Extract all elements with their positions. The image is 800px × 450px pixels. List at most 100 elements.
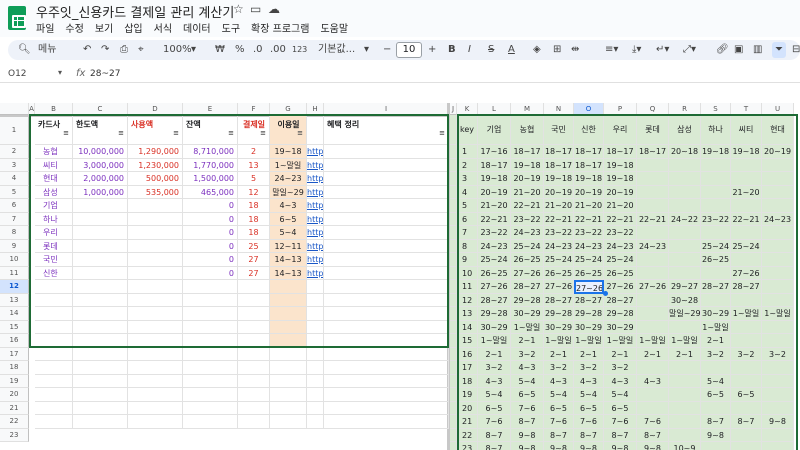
table-cell[interactable]: 13 [238,158,270,172]
table-cell[interactable] [701,199,731,213]
table-cell[interactable] [701,226,731,240]
table-cell[interactable]: 8~7 [731,415,762,429]
table-cell[interactable]: 26~25 [478,266,511,280]
table-cell[interactable] [128,212,183,226]
table-cell[interactable] [701,293,731,307]
table-cell[interactable]: 28~27 [701,280,731,294]
table-cell[interactable] [238,388,270,402]
table-cell[interactable] [270,415,307,429]
table-cell[interactable] [450,199,457,213]
table-cell[interactable]: 1~말일 [270,158,307,172]
row-header-14[interactable]: 14 [0,307,29,321]
folder-icon[interactable]: ▭ [250,2,261,16]
table-cell[interactable] [73,415,128,429]
table-cell[interactable] [307,415,324,429]
table-cell[interactable] [270,280,307,294]
table-cell[interactable] [637,320,669,334]
header-cell[interactable]: 삼성 [669,115,701,145]
font-size-input[interactable]: 10 [396,42,422,58]
redo-icon[interactable]: ↷ [101,42,109,58]
table-cell[interactable] [128,239,183,253]
table-cell[interactable]: 2 [457,158,478,172]
table-cell[interactable]: 0 [183,253,238,267]
table-cell[interactable]: 말일~29 [270,185,307,199]
row-header-20[interactable]: 20 [0,388,29,402]
table-cell[interactable]: 2~1 [637,347,669,361]
header-cell[interactable]: 잔액 ≡ [183,115,238,145]
table-cell[interactable]: 4~3 [604,374,637,388]
table-cell[interactable]: 21 [457,415,478,429]
table-cell[interactable] [762,428,794,442]
table-cell[interactable]: 8,710,000 [183,145,238,159]
table-cell[interactable]: 우리 [35,226,73,240]
table-cell[interactable] [450,428,457,442]
document-title[interactable]: 우주잇_신용카드 결제일 관리 계산기 [36,2,234,21]
fill-handle[interactable] [603,290,608,296]
table-cell[interactable] [450,185,457,199]
table-cell[interactable]: 3,000,000 [73,158,128,172]
table-cell[interactable]: 기업 [35,199,73,213]
row-header-5[interactable]: 5 [0,185,29,199]
table-cell[interactable]: 5~4 [511,374,544,388]
table-cell[interactable] [128,293,183,307]
table-cell[interactable]: 9 [457,253,478,267]
table-cell[interactable]: 30~29 [544,320,574,334]
column-header-r[interactable]: R [669,103,701,115]
table-cell[interactable]: 24~23 [574,239,604,253]
table-cell[interactable] [270,401,307,415]
table-cell[interactable] [238,320,270,334]
table-cell[interactable]: 18~17 [574,145,604,159]
table-cell[interactable]: 1,230,000 [128,158,183,172]
table-cell[interactable] [762,239,794,253]
table-cell[interactable] [450,266,457,280]
menu-item[interactable]: 서식 [154,20,172,35]
table-cell[interactable] [270,320,307,334]
table-cell[interactable]: 18~17 [544,158,574,172]
table-cell[interactable] [324,266,449,280]
table-cell[interactable] [128,266,183,280]
table-cell[interactable]: 21~20 [511,185,544,199]
table-cell[interactable]: 0 [183,226,238,240]
table-cell[interactable]: 28~27 [731,280,762,294]
table-cell[interactable]: 5~4 [574,388,604,402]
table-cell[interactable] [450,307,457,321]
table-cell[interactable] [637,226,669,240]
table-cell[interactable] [73,347,128,361]
table-cell[interactable] [762,388,794,402]
table-cell[interactable] [324,401,449,415]
table-cell[interactable]: http [307,266,324,280]
table-cell[interactable]: 26~25 [574,266,604,280]
table-cell[interactable] [35,388,73,402]
table-cell[interactable]: 25~24 [478,253,511,267]
text-color-button[interactable]: A [508,42,515,58]
table-cell[interactable] [450,212,457,226]
table-cell[interactable] [324,388,449,402]
table-cell[interactable]: 삼성 [35,185,73,199]
table-cell[interactable]: 25~24 [701,239,731,253]
table-cell[interactable] [637,293,669,307]
row-header-17[interactable]: 17 [0,347,29,361]
column-header-m[interactable]: M [511,103,544,115]
table-cell[interactable] [307,374,324,388]
table-cell[interactable]: 6~5 [731,388,762,402]
table-cell[interactable]: 2 [238,145,270,159]
table-cell[interactable]: 9~8 [701,428,731,442]
table-cell[interactable]: 22~21 [544,212,574,226]
column-header-g[interactable]: G [270,103,307,115]
table-cell[interactable]: 20~19 [604,185,637,199]
table-cell[interactable]: 2~1 [544,347,574,361]
table-cell[interactable]: 8~7 [637,428,669,442]
table-cell[interactable]: 7~6 [604,415,637,429]
table-cell[interactable]: 29~28 [478,307,511,321]
table-cell[interactable] [238,334,270,348]
table-cell[interactable] [128,226,183,240]
table-cell[interactable]: http [307,212,324,226]
table-cell[interactable]: 9~8 [574,442,604,450]
table-cell[interactable]: 5~4 [270,226,307,240]
table-cell[interactable] [183,280,238,294]
table-cell[interactable]: 20~19 [762,145,794,159]
table-cell[interactable] [701,185,731,199]
table-cell[interactable] [324,212,449,226]
column-header-c[interactable]: C [73,103,128,115]
table-cell[interactable] [762,442,794,450]
